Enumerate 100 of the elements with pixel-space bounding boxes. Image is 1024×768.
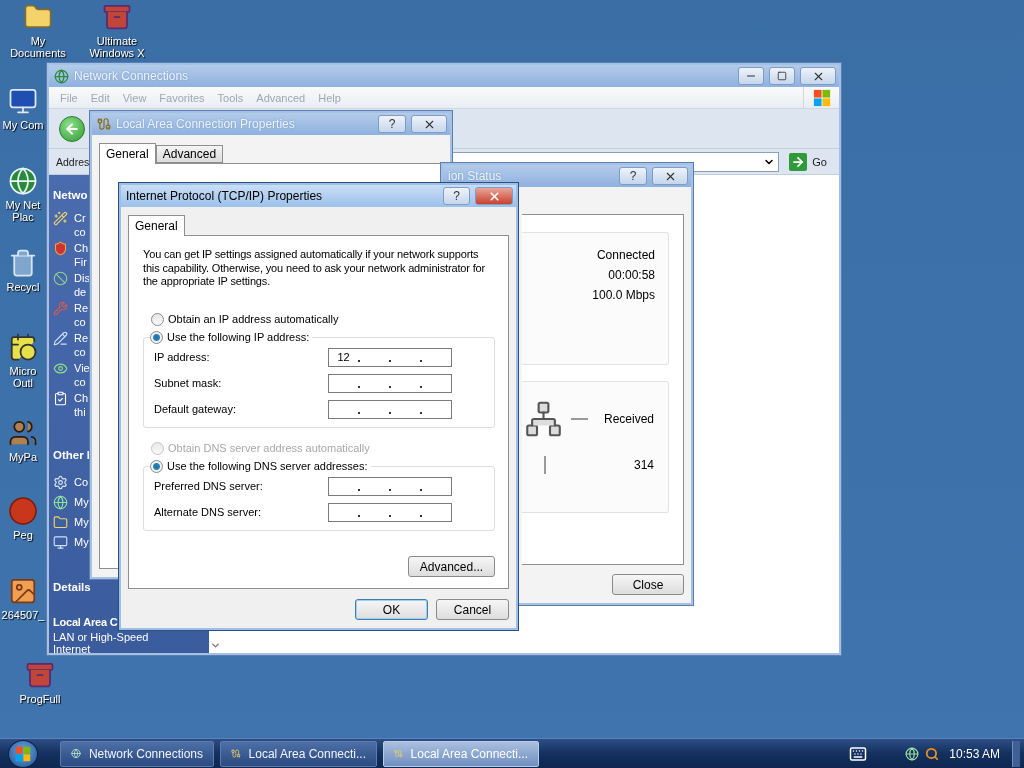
sidebar-link[interactable]: Dis de — [74, 271, 90, 299]
monitor-icon[interactable] — [8, 86, 38, 116]
tab[interactable]: Advanced — [155, 145, 224, 163]
clock[interactable]: 10:53 AM — [949, 746, 1000, 761]
desktop-icon-label[interactable]: My Net Plac — [5, 199, 41, 223]
activity-line — [544, 456, 546, 474]
keyboard-icon[interactable] — [849, 744, 868, 763]
maximize-button[interactable] — [769, 67, 795, 85]
taskbar-button[interactable]: Network Connections — [60, 740, 214, 767]
monitor-icon — [53, 535, 68, 550]
sidebar-link[interactable]: Ch Fir — [74, 241, 89, 269]
back-icon — [64, 120, 80, 137]
radio-label: Obtain DNS server address automatically — [168, 442, 370, 454]
radio-label: Use the following IP address: — [167, 331, 310, 343]
cable-icon — [97, 117, 111, 131]
ip-field[interactable] — [328, 502, 452, 522]
desktop-icon-label[interactable]: Peg — [13, 529, 33, 541]
sidebar-link[interactable]: Re co — [74, 331, 89, 359]
ip-field[interactable] — [328, 399, 452, 419]
ban-icon — [53, 271, 68, 286]
advanced-button[interactable]: Advanced... — [408, 556, 495, 577]
field-label: Alternate DNS server: — [154, 506, 262, 518]
archive-icon[interactable] — [25, 660, 55, 690]
sidebar-link[interactable]: Co — [74, 475, 89, 489]
desktop-icon-label[interactable]: Micro Outl — [9, 365, 37, 389]
radio-button[interactable] — [150, 330, 163, 344]
back-button[interactable] — [59, 115, 85, 142]
sidebar-link[interactable]: Cr co — [74, 211, 86, 239]
globe-icon — [53, 495, 68, 510]
gear-icon — [53, 475, 68, 490]
folder-icon — [53, 515, 68, 530]
tab[interactable]: General — [99, 143, 156, 164]
users-icon[interactable] — [8, 418, 38, 448]
minimize-button[interactable] — [738, 67, 764, 85]
cancel-button[interactable]: Cancel — [436, 599, 509, 620]
archive-icon[interactable] — [102, 2, 132, 32]
desktop-icon-label[interactable]: 264507_ — [1, 609, 45, 621]
close-button[interactable] — [800, 67, 836, 85]
calendar-icon[interactable] — [8, 332, 38, 362]
field-label: Subnet mask: — [154, 377, 223, 389]
desktop-icon-label[interactable]: Recycl — [6, 281, 40, 293]
flag-icon — [15, 745, 31, 762]
close-button[interactable] — [411, 115, 447, 133]
window-title: ion Status — [448, 169, 503, 183]
scroll-down-icon[interactable] — [210, 640, 221, 651]
shield-icon — [53, 241, 68, 256]
help-button[interactable]: ? — [378, 115, 406, 133]
wrench-icon — [53, 301, 68, 316]
sidebar-link[interactable]: My — [74, 495, 89, 509]
desktop-icon-label[interactable]: My Documents — [10, 35, 66, 59]
desktop-icon-label[interactable]: My Com — [2, 119, 44, 131]
image-icon[interactable] — [8, 576, 38, 606]
radio-label: Obtain an IP address automatically — [168, 313, 339, 325]
help-button[interactable]: ? — [443, 187, 470, 205]
ip-field[interactable]: 12 — [328, 347, 452, 367]
close-button[interactable]: Close — [612, 574, 684, 595]
radio-button[interactable] — [150, 459, 163, 473]
ip-field[interactable] — [328, 476, 452, 496]
sidebar-link[interactable]: My — [74, 515, 89, 529]
trash-icon[interactable] — [8, 248, 38, 278]
show-desktop-button[interactable] — [1012, 740, 1020, 767]
radio-button[interactable] — [151, 312, 164, 326]
help-button[interactable]: ? — [619, 167, 647, 185]
ip-field[interactable] — [328, 373, 452, 393]
received-label: Received — [603, 412, 654, 426]
globe-icon — [71, 746, 81, 761]
sidebar-link[interactable]: Re co — [74, 301, 89, 329]
close-button[interactable] — [475, 187, 513, 205]
flag-icon — [812, 88, 831, 107]
connection-name: Local Area C — [53, 615, 119, 629]
duration-value: 00:00:58 — [608, 268, 655, 282]
go-button[interactable]: Go — [785, 151, 831, 172]
globe-icon[interactable] — [905, 746, 920, 761]
field-label: IP address: — [154, 351, 211, 363]
ball-icon[interactable] — [8, 496, 38, 526]
desktop-icon-label[interactable]: ProgFull — [19, 693, 61, 705]
taskbar-button[interactable]: Local Area Connecti... — [220, 740, 377, 767]
sidebar-link[interactable]: My — [74, 535, 89, 549]
arrow-right-icon — [791, 154, 806, 169]
cable-icon — [231, 746, 241, 761]
window-title: Internet Protocol (TCP/IP) Properties — [126, 189, 324, 203]
close-button[interactable] — [652, 167, 688, 185]
address-label: Addres — [56, 155, 90, 168]
desktop-icon-label[interactable]: MyPa — [8, 451, 38, 463]
start-button[interactable] — [8, 739, 38, 768]
window-title: Network Connections — [74, 69, 190, 83]
received-value: 314 — [633, 458, 654, 472]
wand-icon — [53, 211, 68, 226]
sidebar-link[interactable]: Ch thi — [74, 391, 89, 419]
status-value: Connected — [596, 248, 655, 262]
intro-text: You can get IP settings assigned automatically if your network supports this capability. Otherwise, you need to ask your network administrator for the appropriate IP settings. — [143, 248, 487, 289]
desktop-icon-label[interactable]: Ultimate Windows X — [89, 35, 145, 59]
speed-value: 100.0 Mbps — [592, 288, 655, 302]
search-icon[interactable] — [925, 746, 940, 761]
ok-button[interactable]: OK — [355, 599, 428, 620]
sidebar-link[interactable]: Vie co — [74, 361, 90, 389]
tab[interactable]: General — [128, 215, 185, 236]
maximize-icon — [777, 71, 787, 81]
connection-type: LAN or High-Speed Internet — [53, 632, 150, 653]
field-label: Preferred DNS server: — [154, 480, 264, 492]
